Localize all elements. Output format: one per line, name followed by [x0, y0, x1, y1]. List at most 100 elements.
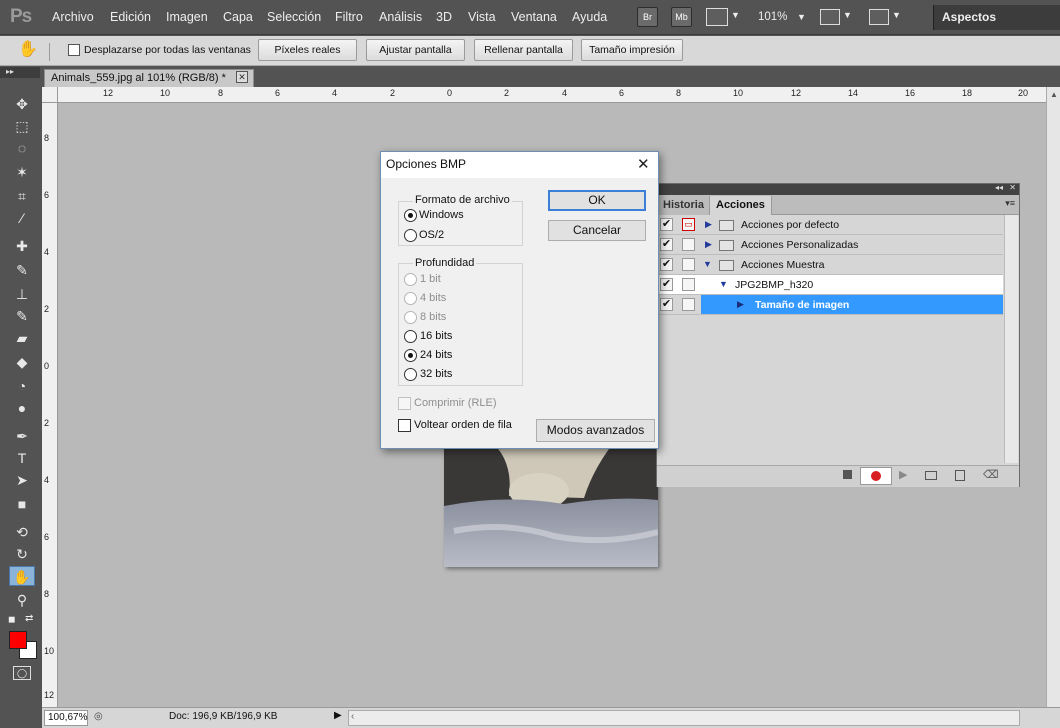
tab-actions[interactable]: Acciones: [709, 196, 772, 215]
expand-icon[interactable]: ▶: [737, 299, 744, 310]
dialog-toggle-icon[interactable]: [682, 238, 695, 251]
menu-3d[interactable]: 3D: [436, 10, 452, 24]
paint-bucket-icon[interactable]: ◆: [9, 352, 35, 372]
radio-32bits[interactable]: [404, 368, 417, 381]
panel-scrollbar[interactable]: [1004, 215, 1018, 463]
dialog-toggle-icon[interactable]: [682, 258, 695, 271]
3d-rotate-icon[interactable]: ⟲: [9, 522, 35, 542]
crop-tool-icon[interactable]: ⌗: [9, 186, 35, 206]
hand-tool-icon[interactable]: ✋: [9, 566, 35, 586]
healing-brush-icon[interactable]: ✚: [9, 236, 35, 256]
scroll-up-icon[interactable]: ▲: [1050, 90, 1058, 99]
zoom-tool-icon[interactable]: ⚲: [9, 590, 35, 610]
document-image[interactable]: [444, 436, 658, 567]
new-set-icon[interactable]: [925, 471, 937, 480]
quick-mask-icon[interactable]: ◯: [13, 666, 31, 680]
arrange-documents-icon[interactable]: [820, 9, 840, 25]
ruler-origin[interactable]: [42, 87, 58, 103]
fill-screen-button[interactable]: Rellenar pantalla: [474, 39, 573, 61]
scroll-left-icon[interactable]: ‹: [351, 711, 354, 722]
document-tab[interactable]: Animals_559.jpg al 101% (RGB/8) *: [44, 69, 254, 87]
3d-orbit-icon[interactable]: ↻: [9, 544, 35, 564]
scroll-all-checkbox[interactable]: [68, 44, 80, 56]
flip-row-order-checkbox[interactable]: [398, 419, 411, 432]
action-row[interactable]: ✔ ▼ JPG2BMP_h320: [657, 275, 1003, 295]
collapse-icon[interactable]: ◂◂: [995, 183, 1003, 192]
zoom-field[interactable]: 100,67%: [44, 710, 88, 726]
collapse-icon[interactable]: ▼: [703, 259, 712, 269]
brush-tool-icon[interactable]: ✎: [9, 260, 35, 280]
action-row[interactable]: ✔ ▶ Acciones Personalizadas: [657, 235, 1003, 255]
menu-vista[interactable]: Vista: [468, 10, 496, 24]
lasso-tool-icon[interactable]: ◌: [9, 138, 35, 158]
stop-icon[interactable]: [843, 470, 852, 479]
actual-pixels-button[interactable]: Píxeles reales: [258, 39, 357, 61]
collapse-icon[interactable]: ▸▸: [0, 67, 40, 78]
toggle-check-icon[interactable]: ✔: [660, 218, 673, 231]
screen-mode-icon[interactable]: [869, 9, 889, 25]
dodge-tool-icon[interactable]: ●: [9, 398, 35, 418]
eraser-tool-icon[interactable]: ▰: [9, 328, 35, 348]
horizontal-scrollbar[interactable]: ‹: [348, 710, 1020, 726]
print-size-button[interactable]: Tamaño impresión: [581, 39, 683, 61]
close-icon[interactable]: ✕: [637, 155, 650, 173]
toggle-check-icon[interactable]: ✔: [660, 298, 673, 311]
action-row[interactable]: ✔ ▭ ▶ Acciones por defecto: [657, 215, 1003, 235]
menu-filtro[interactable]: Filtro: [335, 10, 363, 24]
toggle-check-icon[interactable]: ✔: [660, 258, 673, 271]
action-row[interactable]: ✔ ▶ Tamaño de imagen: [657, 295, 1003, 315]
fit-screen-button[interactable]: Ajustar pantalla: [366, 39, 465, 61]
advanced-modes-button[interactable]: Modos avanzados: [536, 419, 655, 442]
pen-tool-icon[interactable]: ✒: [9, 426, 35, 446]
stamp-tool-icon[interactable]: ⊥: [9, 284, 35, 304]
cancel-button[interactable]: Cancelar: [548, 220, 646, 241]
expand-icon[interactable]: ▶: [705, 219, 712, 230]
magic-wand-icon[interactable]: ✶: [9, 162, 35, 182]
play-icon[interactable]: ▶: [899, 468, 907, 481]
menu-analisis[interactable]: Análisis: [379, 10, 422, 24]
path-selection-icon[interactable]: ➤: [9, 470, 35, 490]
history-brush-icon[interactable]: ✎: [9, 306, 35, 326]
mini-bridge-button[interactable]: Mb: [671, 7, 692, 27]
radio-os2[interactable]: [404, 229, 417, 242]
type-tool-icon[interactable]: T: [9, 448, 35, 468]
toggle-check-icon[interactable]: ✔: [660, 238, 673, 251]
bridge-button[interactable]: Br: [637, 7, 658, 27]
dialog-toggle-icon[interactable]: [682, 278, 695, 291]
menu-ventana[interactable]: Ventana: [511, 10, 557, 24]
radio-16bits[interactable]: [404, 330, 417, 343]
zoom-level[interactable]: 101%: [758, 11, 787, 23]
ok-button[interactable]: OK: [548, 190, 646, 211]
radio-24bits[interactable]: [404, 349, 417, 362]
hand-tool-icon[interactable]: ✋: [18, 39, 38, 59]
expand-icon[interactable]: ▶: [705, 239, 712, 250]
collapse-icon[interactable]: ▼: [719, 279, 728, 289]
default-colors-icon[interactable]: ◼: [8, 614, 15, 625]
blur-tool-icon[interactable]: ◔: [9, 376, 35, 396]
close-icon[interactable]: ✕: [236, 71, 248, 83]
action-row[interactable]: ✔ ▼ Acciones Muestra: [657, 255, 1003, 275]
dialog-toggle-icon[interactable]: [682, 298, 695, 311]
toggle-check-icon[interactable]: ✔: [660, 278, 673, 291]
panel-menu-icon[interactable]: ▾≡: [1005, 198, 1015, 209]
record-button[interactable]: [860, 467, 892, 485]
vertical-scrollbar[interactable]: ▲: [1046, 87, 1060, 707]
move-tool-icon[interactable]: ✥: [9, 94, 35, 114]
radio-windows[interactable]: [404, 209, 417, 222]
eyedropper-icon[interactable]: ⁄: [9, 208, 35, 228]
tab-history[interactable]: Historia: [657, 196, 710, 215]
marquee-tool-icon[interactable]: ⬚: [9, 116, 35, 136]
status-menu-icon[interactable]: ▶: [334, 710, 342, 721]
menu-edicion[interactable]: Edición: [110, 10, 151, 24]
menu-ayuda[interactable]: Ayuda: [572, 10, 607, 24]
status-info-icon[interactable]: ◎: [94, 711, 103, 722]
dialog-toggle-icon[interactable]: ▭: [682, 218, 695, 231]
menu-archivo[interactable]: Archivo: [52, 10, 94, 24]
new-action-icon[interactable]: [955, 470, 965, 481]
menu-imagen[interactable]: Imagen: [166, 10, 208, 24]
menu-capa[interactable]: Capa: [223, 10, 253, 24]
view-extras-icon[interactable]: [706, 8, 728, 26]
close-icon[interactable]: ✕: [1009, 183, 1016, 192]
workspace-switcher[interactable]: Aspectos esenciales: [933, 5, 1060, 48]
foreground-color-swatch[interactable]: [9, 631, 27, 649]
